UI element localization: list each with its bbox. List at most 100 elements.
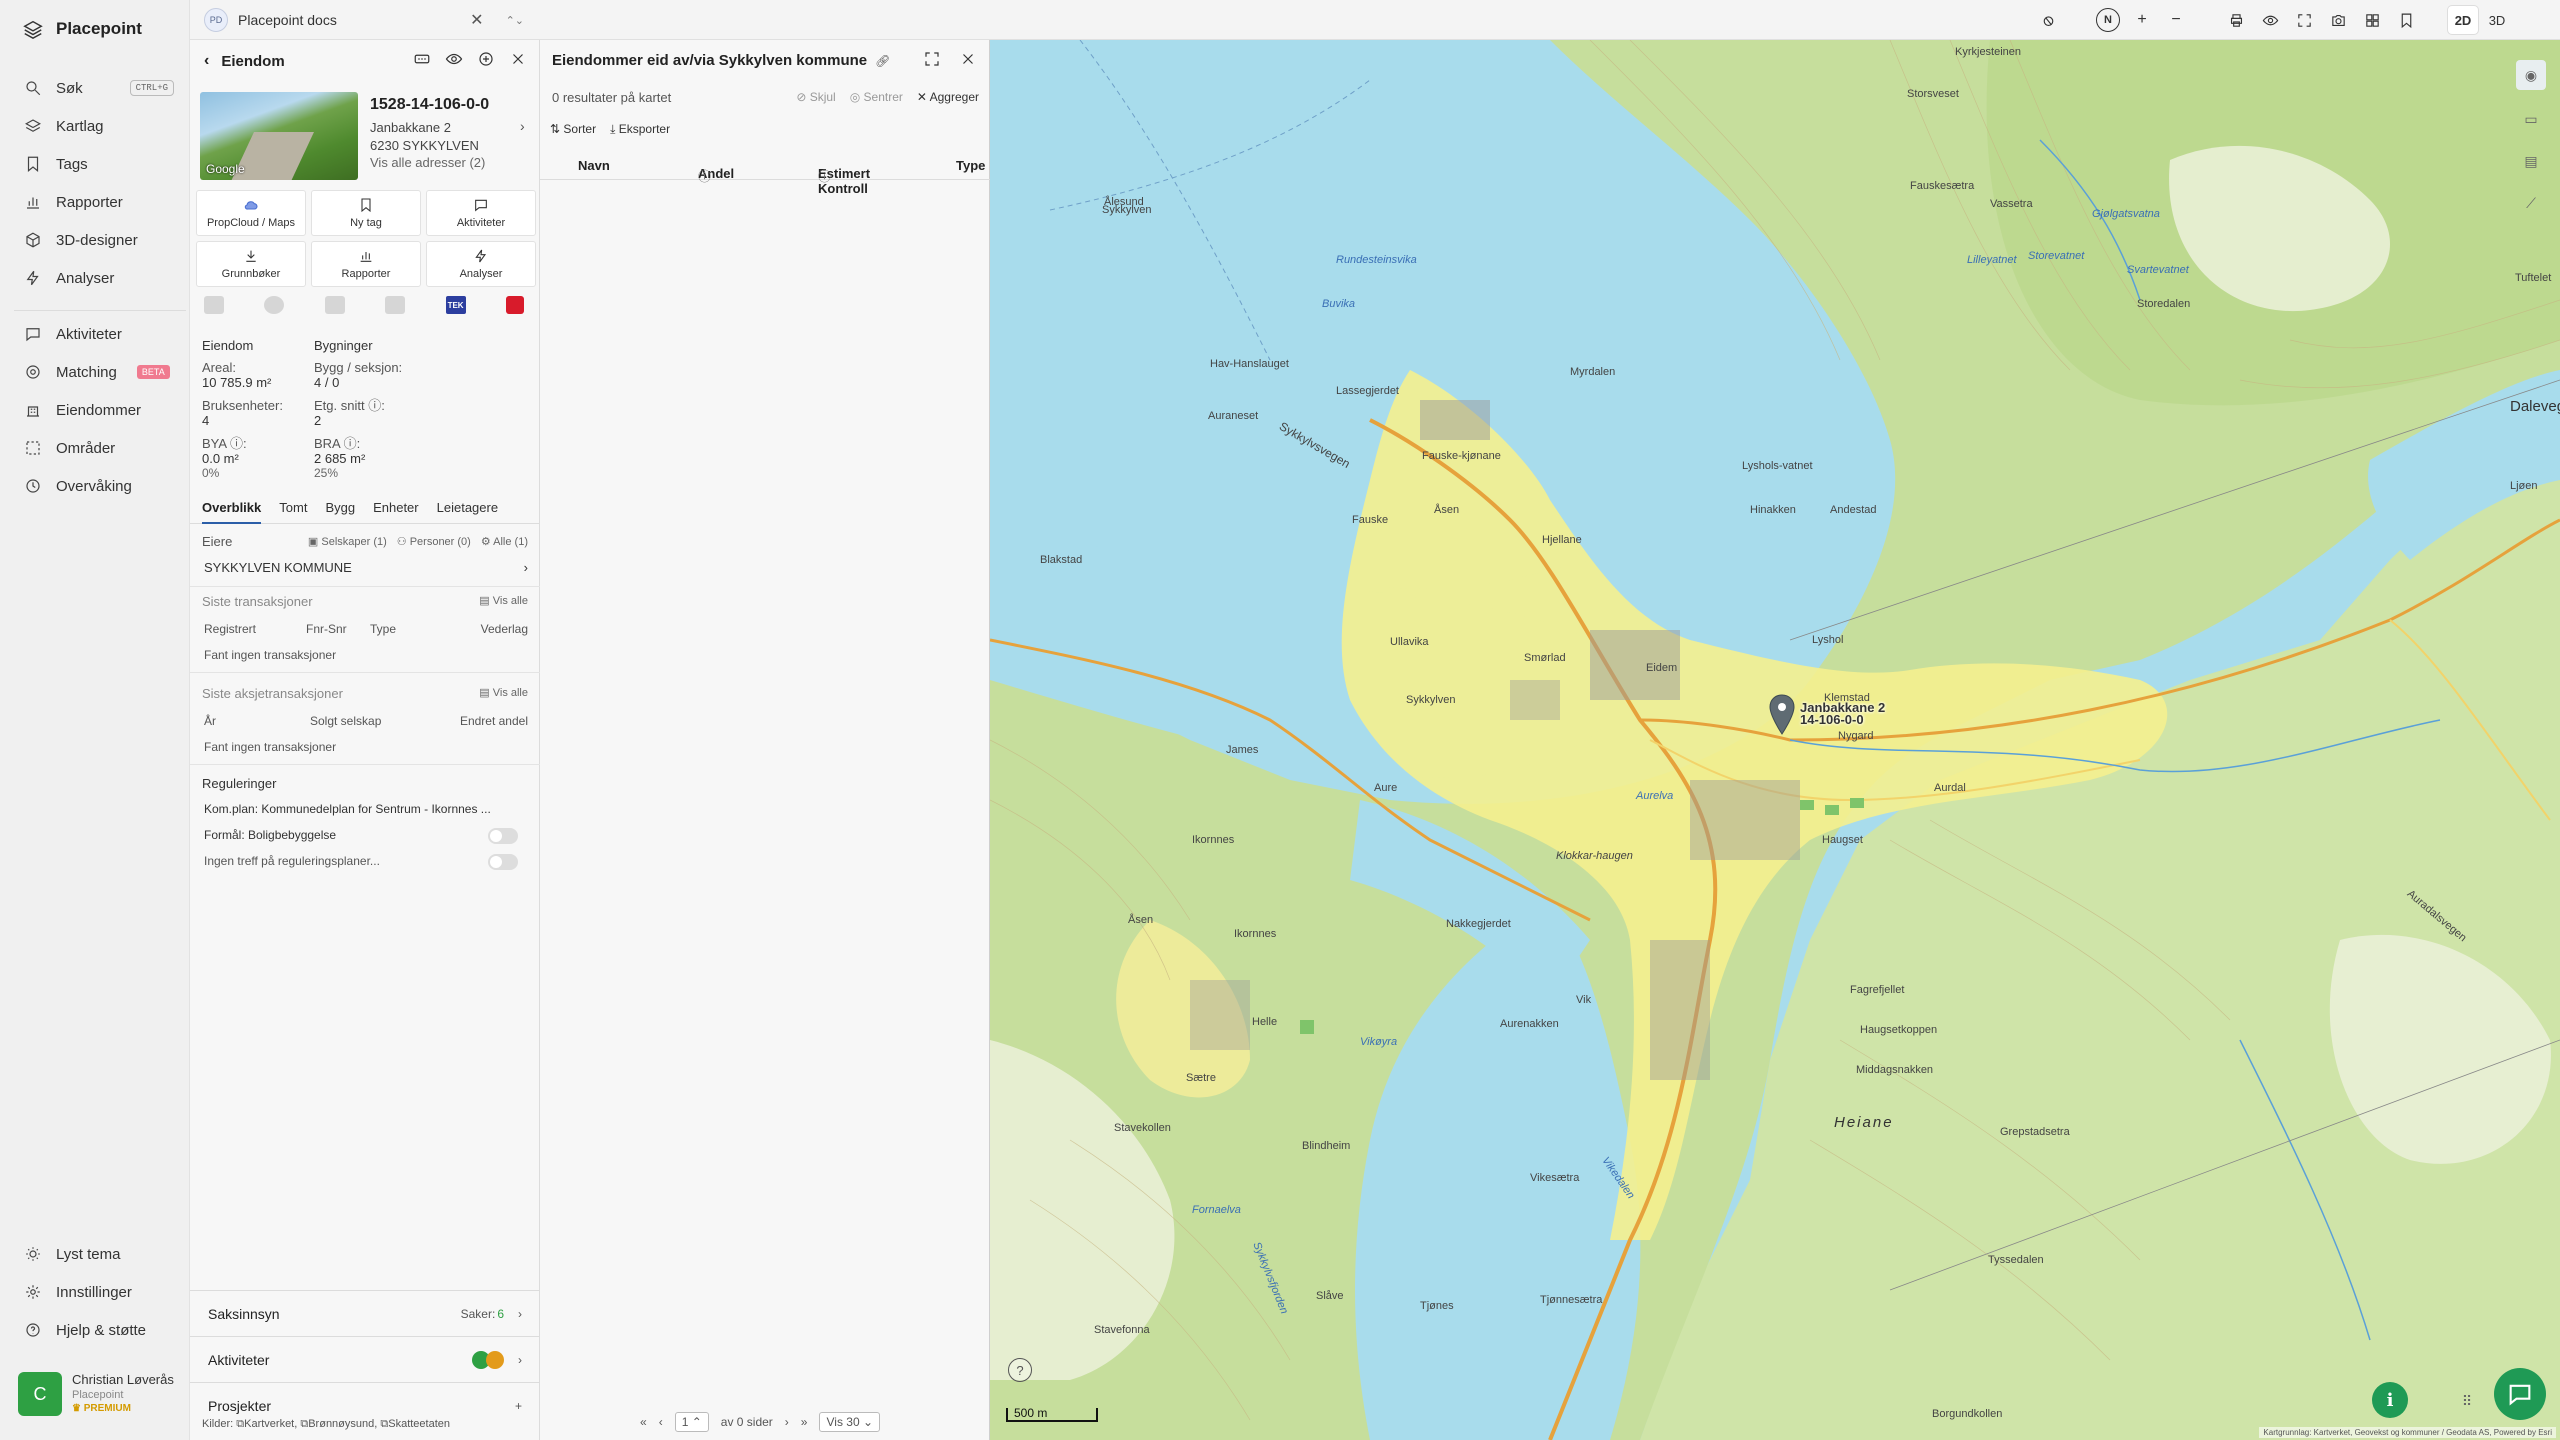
tab-building[interactable]: Bygg — [325, 496, 355, 524]
info-icon[interactable]: i — [2372, 1382, 2408, 1418]
activities-accordion[interactable]: Aktiviteter › — [190, 1336, 540, 1382]
eye-icon[interactable] — [445, 50, 463, 68]
tab-overview[interactable]: Overblikk — [202, 496, 262, 524]
globe-icon[interactable] — [264, 296, 285, 314]
sources-item[interactable]: ⧉Brønnøysund, — [300, 1418, 377, 1430]
user-profile[interactable]: C Christian Løverås Placepoint ♛ PREMIUM — [18, 1372, 188, 1420]
tab-tenants[interactable]: Leietagere — [437, 496, 498, 524]
nav-item-analyses[interactable]: Analyser — [24, 264, 174, 292]
activities-button[interactable]: Aktiviteter — [426, 190, 536, 236]
prev-page-icon[interactable]: ‹ — [659, 1415, 663, 1429]
land-registry-button[interactable]: Grunnbøker — [196, 241, 306, 287]
nav-item-3d-designer[interactable]: 3D-designer — [24, 226, 174, 254]
nav-item-search[interactable]: Søk CTRL+G — [24, 74, 174, 102]
zoom-out-icon[interactable]: − — [2164, 8, 2188, 32]
close-icon[interactable] — [959, 50, 977, 68]
owner-row[interactable]: SYKKYLVEN KOMMUNE › — [202, 560, 528, 575]
close-icon[interactable] — [509, 50, 527, 68]
camera-icon[interactable] — [2326, 8, 2350, 32]
regulation-toggle[interactable] — [488, 854, 518, 870]
stat-percent: 0% — [202, 466, 220, 480]
analyses-button[interactable]: Analyser — [426, 241, 536, 287]
document-icon[interactable] — [204, 296, 224, 314]
aggregate-button[interactable]: ✕ Aggreger — [917, 90, 979, 104]
chevron-updown-icon[interactable]: ⌃⌄ — [506, 14, 524, 27]
tab-units[interactable]: Enheter — [373, 496, 419, 524]
export-button[interactable]: ⤓ Eksporter — [610, 122, 670, 137]
chevron-right-icon: › — [523, 560, 528, 575]
add-circle-icon[interactable] — [477, 50, 495, 68]
eye-icon[interactable] — [2258, 8, 2282, 32]
signal-bars-icon[interactable] — [385, 296, 406, 314]
regulation-plan[interactable]: Kom.plan: Kommunedelplan for Sentrum - I… — [202, 802, 528, 816]
tab-plot[interactable]: Tomt — [279, 496, 307, 524]
nav-item-matching[interactable]: Matching BETA — [24, 358, 174, 386]
map-view[interactable]: Kyrkjesteinen Storsveset Ålesund Sykkylv… — [990, 40, 2560, 1440]
page-input[interactable]: 1 ⌃ — [674, 1412, 709, 1432]
compass-icon[interactable]: N — [2096, 8, 2120, 32]
reports-button[interactable]: Rapporter — [311, 241, 421, 287]
nav-item-settings[interactable]: Innstillinger — [24, 1278, 174, 1306]
property-pin-icon[interactable] — [1768, 694, 1796, 736]
theme-toggle-icon[interactable] — [2036, 8, 2060, 32]
tek-icon[interactable]: TEK — [445, 296, 466, 314]
filter-persons[interactable]: ⚇ Personer (0) — [397, 535, 471, 548]
nav-item-help[interactable]: Hjelp & støtte — [24, 1316, 174, 1344]
panorama-icon[interactable] — [413, 50, 431, 68]
last-page-icon[interactable]: » — [801, 1415, 808, 1429]
help-icon[interactable]: ? — [1008, 1358, 1032, 1382]
nav-item-reports[interactable]: Rapporter — [24, 188, 174, 216]
filter-all[interactable]: ⚙ Alle (1) — [481, 535, 528, 548]
nav-item-light-theme[interactable]: Lyst tema — [24, 1240, 174, 1268]
layer-switch-icon[interactable]: ◉ — [2516, 60, 2546, 90]
nav-item-areas[interactable]: Områder — [24, 434, 174, 462]
bookmark-icon[interactable] — [2394, 8, 2418, 32]
first-page-icon[interactable]: « — [640, 1415, 647, 1429]
home-icon[interactable] — [505, 296, 524, 314]
nav-item-monitoring[interactable]: Overvåking — [24, 472, 174, 500]
column-type[interactable]: Type — [956, 158, 985, 173]
cases-accordion[interactable]: Saksinnsyn Saker: 6 › — [190, 1290, 540, 1336]
ruler-icon[interactable]: ▭ — [2516, 104, 2546, 134]
propcloud-button[interactable]: PropCloud / Maps — [196, 190, 306, 236]
new-tag-button[interactable]: Ny tag — [311, 190, 421, 236]
show-all-transactions[interactable]: ▤ Vis alle — [479, 594, 528, 609]
link-icon[interactable]: 🔗︎ — [875, 54, 890, 68]
nav-item-activities[interactable]: Aktiviteter — [24, 320, 174, 348]
next-page-icon[interactable]: › — [785, 1415, 789, 1429]
purpose-toggle[interactable] — [488, 828, 518, 844]
download-icon: ⤓ — [610, 122, 619, 136]
zoom-in-icon[interactable]: + — [2130, 8, 2154, 32]
nav-item-map-layers[interactable]: Kartlag — [24, 112, 174, 140]
print-icon[interactable] — [2224, 8, 2248, 32]
drag-handle-icon[interactable]: ⠿ — [2452, 1386, 2482, 1416]
show-all-addresses-link[interactable]: Vis alle adresser (2) — [370, 155, 485, 170]
measure-icon[interactable]: ⟋ — [2516, 188, 2546, 218]
center-button[interactable]: ◎ Sentrer — [850, 90, 903, 104]
page-size-select[interactable]: Vis 30 ⌄ — [819, 1412, 881, 1432]
show-all-share-transactions[interactable]: ▤ Vis alle — [479, 686, 528, 701]
view-3d-button[interactable]: 3D — [2482, 6, 2512, 34]
elevation-chart-icon[interactable]: ▤ — [2516, 146, 2546, 176]
brand-logo[interactable]: Placepoint — [22, 18, 142, 40]
back-arrow-icon[interactable]: ‹ — [204, 52, 209, 70]
hide-button[interactable]: ⊘ Skjul — [796, 90, 835, 104]
docs-tab[interactable]: PD Placepoint docs ✕ ⌃⌄ — [204, 6, 524, 34]
grid-icon[interactable] — [2360, 8, 2384, 32]
sources-item[interactable]: ⧉Skatteetaten — [380, 1418, 450, 1430]
sort-button[interactable]: ⇅ Sorter — [550, 122, 596, 137]
fullscreen-icon[interactable] — [2292, 8, 2316, 32]
nav-item-tags[interactable]: Tags — [24, 150, 174, 178]
column-name[interactable]: Navn — [578, 158, 610, 173]
filter-companies[interactable]: ▣ Selskaper (1) — [308, 535, 387, 548]
view-2d-button[interactable]: 2D — [2448, 6, 2478, 34]
fullscreen-icon[interactable] — [923, 50, 941, 68]
crest-icon[interactable] — [324, 296, 345, 314]
nav-item-properties[interactable]: Eiendommer — [24, 396, 174, 424]
chevron-right-icon[interactable]: › — [520, 118, 525, 134]
close-icon[interactable]: ✕ — [470, 10, 483, 30]
chat-support-button[interactable] — [2494, 1368, 2546, 1420]
sources-item[interactable]: ⧉Kartverket, — [236, 1418, 297, 1430]
add-icon[interactable]: + — [515, 1399, 522, 1413]
street-view-photo[interactable]: Google — [200, 92, 358, 180]
